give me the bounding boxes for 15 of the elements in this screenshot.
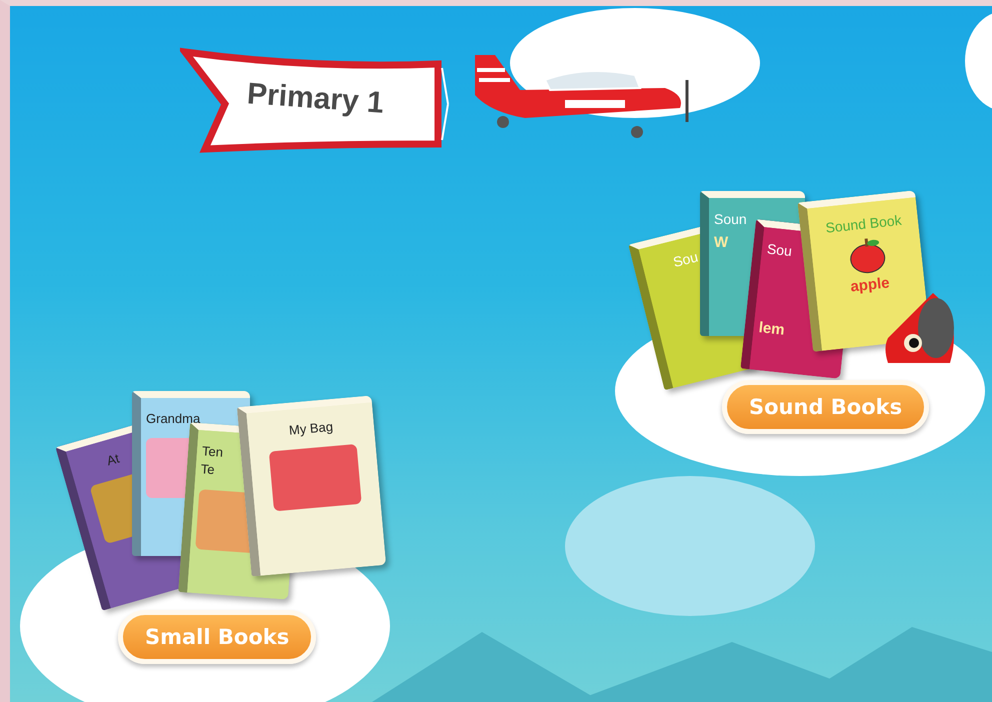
book-title: Sou	[766, 242, 793, 260]
book-title: Ten	[202, 444, 224, 460]
book-word: lem	[758, 320, 786, 340]
book-title: Te	[200, 462, 215, 478]
book-word: apple	[850, 276, 890, 296]
small-books-button[interactable]: Small Books	[118, 610, 316, 664]
book-title: Soun	[714, 212, 747, 228]
book-title: My Bag	[288, 420, 334, 438]
book-title: Sound Book	[824, 212, 902, 236]
book-title: At	[105, 452, 122, 469]
book-title: Grandma	[146, 412, 200, 426]
book-title: Sou	[672, 250, 700, 270]
sound-books-button[interactable]: Sound Books	[722, 380, 930, 434]
book-word: W	[714, 235, 728, 252]
banner-title: Primary 1	[246, 77, 384, 121]
